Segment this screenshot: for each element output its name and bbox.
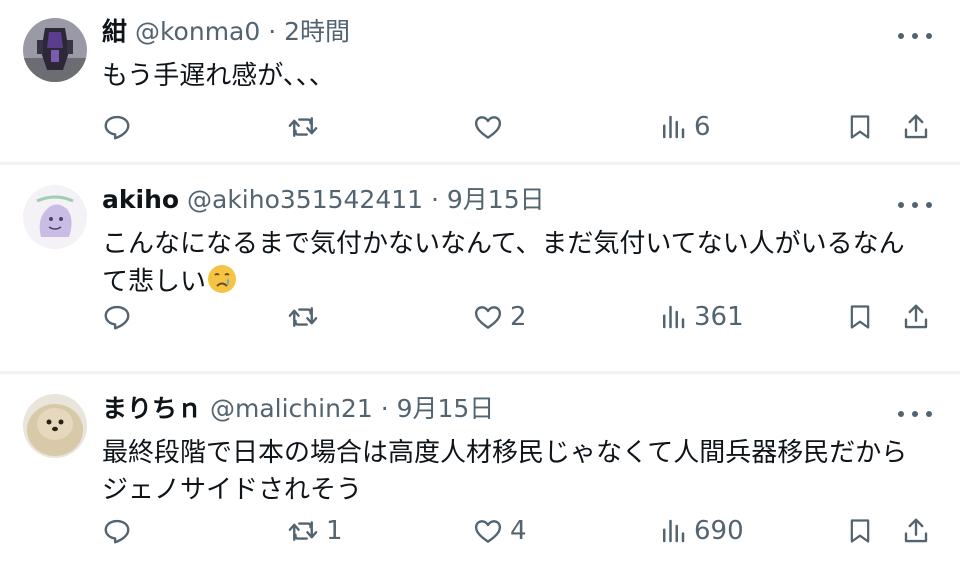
post-text-line: もう手遅れ感が、、、 (102, 61, 335, 91)
like-button[interactable] (472, 107, 510, 147)
reply-icon (104, 305, 130, 330)
views-icon (663, 305, 685, 329)
timestamp[interactable]: 9月15日 (397, 394, 495, 423)
action-bar: 2 361 (0, 297, 960, 337)
bookmark-button[interactable] (846, 511, 874, 551)
share-icon (904, 518, 928, 543)
post-text-line: 最終段階で日本の場合は高度人材移民じゃなくて人間兵器移民だから (102, 438, 908, 468)
bookmark-button[interactable] (846, 107, 874, 147)
user-handle[interactable]: @malichin21 (210, 394, 373, 423)
post-text: こんなになるまで気付かないなんて、まだ気付いてない人がいるなん て悲しい (102, 226, 942, 306)
post-text-line: ジェノサイドされそう (102, 475, 363, 505)
more-icon[interactable] (898, 195, 932, 215)
more-icon[interactable] (898, 404, 932, 424)
reply-feed: 紺 @konma0 · 2時間 もう手遅れ感が、、、 6 akiho @akih… (0, 0, 960, 570)
reply-button[interactable] (102, 511, 138, 551)
reply-icon (104, 115, 130, 140)
separator: · (268, 17, 277, 46)
like-count: 4 (510, 516, 527, 546)
bookmark-icon (850, 305, 870, 329)
post-text: もう手遅れ感が、、、 (102, 58, 942, 95)
display-name[interactable]: 紺 (102, 17, 127, 46)
like-icon (474, 520, 502, 543)
like-count: 2 (510, 302, 527, 332)
repost-icon (288, 117, 318, 137)
post-text: 最終段階で日本の場合は高度人材移民じゃなくて人間兵器移民だから ジェノサイドされ… (102, 435, 942, 509)
action-bar: 1 4 690 (0, 511, 960, 551)
views-count: 361 (694, 302, 744, 332)
bookmark-button[interactable] (846, 297, 874, 337)
post-header: まりちｎ @malichin21 · 9月15日 (102, 393, 494, 425)
views-button[interactable]: 690 (658, 511, 744, 551)
repost-count: 1 (326, 516, 343, 546)
separator: · (380, 394, 389, 423)
separator: · (431, 185, 439, 214)
post-text-line: こんなになるまで気付かないなんて、まだ気付いてない人がいるなん (102, 229, 905, 259)
post-header: 紺 @konma0 · 2時間 (102, 16, 350, 48)
avatar[interactable] (23, 394, 87, 458)
views-count: 6 (694, 112, 711, 142)
display-name[interactable]: まりちｎ (102, 394, 202, 423)
post-header: akiho @akiho351542411 · 9月15日 (102, 184, 545, 216)
views-button[interactable]: 361 (658, 297, 744, 337)
repost-icon (288, 521, 318, 541)
avatar[interactable] (23, 18, 87, 82)
reply-button[interactable] (102, 297, 138, 337)
views-button[interactable]: 6 (658, 107, 711, 147)
repost-button[interactable] (286, 107, 326, 147)
views-icon (663, 519, 685, 543)
like-icon (474, 306, 502, 329)
share-button[interactable] (901, 297, 931, 337)
avatar[interactable] (23, 185, 87, 249)
post[interactable]: まりちｎ @malichin21 · 9月15日 最終段階で日本の場合は高度人材… (0, 374, 960, 570)
more-icon[interactable] (898, 26, 932, 46)
views-icon (663, 115, 685, 139)
post-text-line-2: て悲しい (102, 267, 207, 297)
like-button[interactable]: 4 (472, 511, 527, 551)
share-icon (904, 114, 928, 139)
user-handle[interactable]: @akiho351542411 (187, 185, 423, 214)
reply-button[interactable] (102, 107, 138, 147)
share-button[interactable] (901, 511, 931, 551)
repost-button[interactable] (286, 297, 326, 337)
display-name[interactable]: akiho (102, 185, 179, 214)
repost-icon (288, 307, 318, 327)
share-icon (904, 304, 928, 329)
repost-button[interactable]: 1 (286, 511, 343, 551)
like-icon (474, 116, 502, 139)
post[interactable]: akiho @akiho351542411 · 9月15日 こんなになるまで気付… (0, 165, 960, 371)
bookmark-icon (850, 519, 870, 543)
timestamp[interactable]: 2時間 (284, 17, 350, 46)
timestamp[interactable]: 9月15日 (447, 185, 545, 214)
views-count: 690 (694, 516, 744, 546)
reply-icon (104, 519, 130, 544)
user-handle[interactable]: @konma0 (135, 17, 260, 46)
bookmark-icon (850, 115, 870, 139)
like-button[interactable]: 2 (472, 297, 527, 337)
action-bar: 6 (0, 107, 960, 147)
post[interactable]: 紺 @konma0 · 2時間 もう手遅れ感が、、、 6 (0, 0, 960, 162)
share-button[interactable] (901, 107, 931, 147)
